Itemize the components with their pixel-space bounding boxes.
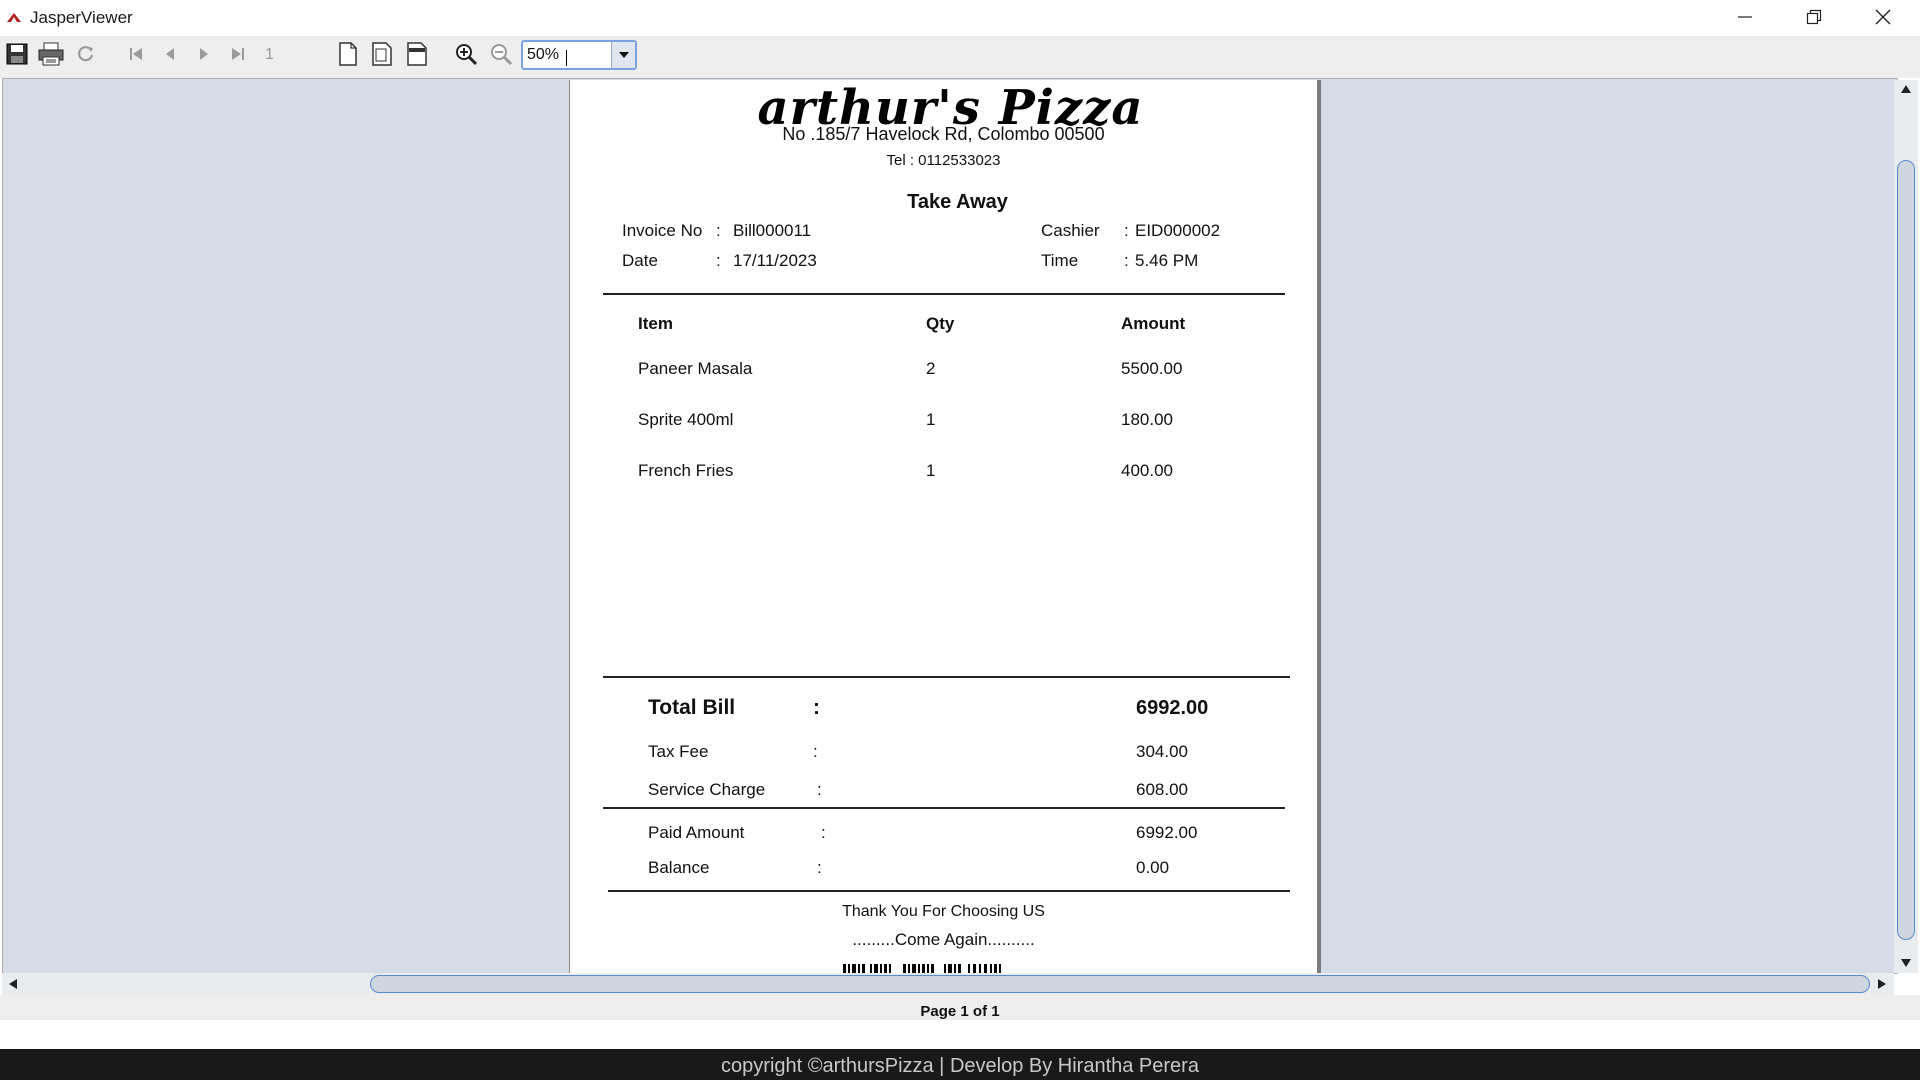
order-type: Take Away — [907, 191, 1008, 213]
invoice-label: Invoice No — [622, 221, 703, 240]
column-header-amount: Amount — [1121, 314, 1186, 333]
print-button[interactable] — [37, 40, 65, 68]
scroll-right-icon[interactable] — [1877, 978, 1887, 990]
cashier-value: EID000002 — [1135, 221, 1221, 240]
thank-you-text: Thank You For Choosing US — [842, 903, 1045, 920]
fit-width-button[interactable] — [403, 40, 431, 68]
previous-page-button[interactable] — [156, 40, 184, 68]
restaurant-tel: Tel : 0112533023 — [886, 152, 1001, 169]
close-button[interactable] — [1848, 0, 1918, 34]
cashier-label: Cashier — [1041, 221, 1100, 240]
page-number-field[interactable] — [259, 42, 312, 68]
reload-icon — [78, 46, 94, 62]
chevron-down-icon — [618, 52, 629, 58]
time-value: 5.46 PM — [1135, 251, 1199, 270]
restore-icon — [1806, 9, 1822, 25]
copyright-text: copyright ©arthursPizza | Develop By Hir… — [721, 1055, 1199, 1077]
save-icon — [6, 43, 28, 65]
minimize-button[interactable] — [1710, 0, 1780, 34]
zoom-combobox[interactable]: 50% — [521, 40, 637, 70]
page-status-label: Page 1 of 1 — [920, 1003, 1000, 1020]
scroll-left-icon[interactable] — [8, 978, 18, 990]
reload-button[interactable] — [72, 40, 100, 68]
report-page: arthur's Pizza No .185/7 Havelock Rd, Co… — [569, 80, 1321, 973]
horizontal-scrollbar[interactable] — [2, 973, 1894, 995]
service-charge-colon: : — [817, 780, 822, 799]
previous-page-icon — [166, 48, 174, 60]
save-button[interactable] — [3, 40, 31, 68]
invoice-number: Bill000011 — [733, 221, 812, 240]
text-caret — [566, 50, 567, 66]
fit-page-button[interactable] — [368, 40, 396, 68]
item-amount: 180.00 — [1121, 410, 1173, 429]
close-icon — [1875, 9, 1891, 25]
last-page-button[interactable] — [224, 40, 252, 68]
total-bill-label: Total Bill — [648, 696, 736, 719]
item-qty: 2 — [926, 359, 936, 378]
come-again-text: .........Come Again.......... — [852, 930, 1035, 949]
vertical-scroll-thumb[interactable] — [1897, 160, 1915, 940]
column-header-item: Item — [638, 314, 673, 333]
scroll-down-icon[interactable] — [1900, 958, 1912, 968]
first-page-icon — [130, 48, 142, 60]
balance-label: Balance — [648, 858, 710, 877]
zoom-in-icon — [456, 44, 478, 66]
tax-fee-value: 304.00 — [1136, 742, 1188, 761]
restore-button[interactable] — [1779, 0, 1849, 34]
date-label: Date — [622, 251, 658, 270]
item-qty: 1 — [926, 410, 936, 429]
item-amount: 5500.00 — [1121, 359, 1183, 378]
paid-amount-value: 6992.00 — [1136, 823, 1198, 842]
item-amount: 400.00 — [1121, 461, 1173, 480]
minimize-icon — [1738, 16, 1752, 18]
divider — [603, 293, 1285, 295]
date-colon: : — [716, 251, 721, 270]
service-charge-value: 608.00 — [1136, 780, 1188, 799]
cashier-colon: : — [1124, 221, 1129, 240]
jasper-app-icon — [7, 13, 21, 22]
vertical-scrollbar[interactable] — [1894, 80, 1918, 973]
divider — [603, 807, 1285, 809]
item-name: Paneer Masala — [638, 359, 753, 378]
zoom-value[interactable]: 50% — [527, 46, 559, 64]
horizontal-scroll-thumb[interactable] — [370, 975, 1870, 993]
service-charge-label: Service Charge — [648, 780, 766, 799]
total-bill-value: 6992.00 — [1136, 697, 1209, 719]
item-name: French Fries — [638, 461, 734, 480]
next-page-button[interactable] — [190, 40, 218, 68]
total-bill-colon: : — [813, 696, 820, 719]
actual-size-icon — [339, 42, 357, 66]
tax-fee-colon: : — [813, 742, 818, 761]
divider — [608, 890, 1290, 892]
divider — [603, 676, 1290, 678]
title-bar: JasperViewer — [0, 0, 1920, 36]
first-page-button[interactable] — [122, 40, 150, 68]
balance-colon: : — [817, 858, 822, 877]
date-value: 17/11/2023 — [733, 251, 817, 270]
time-colon: : — [1124, 251, 1129, 270]
paid-amount-label: Paid Amount — [648, 823, 745, 842]
zoom-out-button[interactable] — [487, 40, 515, 68]
next-page-icon — [200, 48, 208, 60]
invoice-colon: : — [716, 221, 721, 240]
window-title: JasperViewer — [30, 8, 133, 27]
item-qty: 1 — [926, 461, 936, 480]
tax-fee-label: Tax Fee — [648, 742, 709, 761]
time-label: Time — [1041, 251, 1079, 270]
fit-width-icon — [407, 42, 427, 66]
zoom-dropdown-button[interactable] — [611, 42, 635, 68]
scroll-up-icon[interactable] — [1900, 84, 1912, 94]
fit-page-icon — [372, 42, 392, 66]
item-name: Sprite 400ml — [638, 410, 734, 429]
barcode-image — [843, 964, 1001, 973]
zoom-out-icon — [491, 44, 513, 66]
last-page-icon — [232, 48, 244, 60]
zoom-in-button[interactable] — [452, 40, 480, 68]
print-icon — [38, 42, 64, 66]
restaurant-address: No .185/7 Havelock Rd, Colombo 00500 — [782, 124, 1105, 144]
column-header-qty: Qty — [926, 314, 955, 333]
actual-size-button[interactable] — [334, 40, 362, 68]
paid-amount-colon: : — [821, 823, 826, 842]
balance-value: 0.00 — [1136, 858, 1170, 877]
